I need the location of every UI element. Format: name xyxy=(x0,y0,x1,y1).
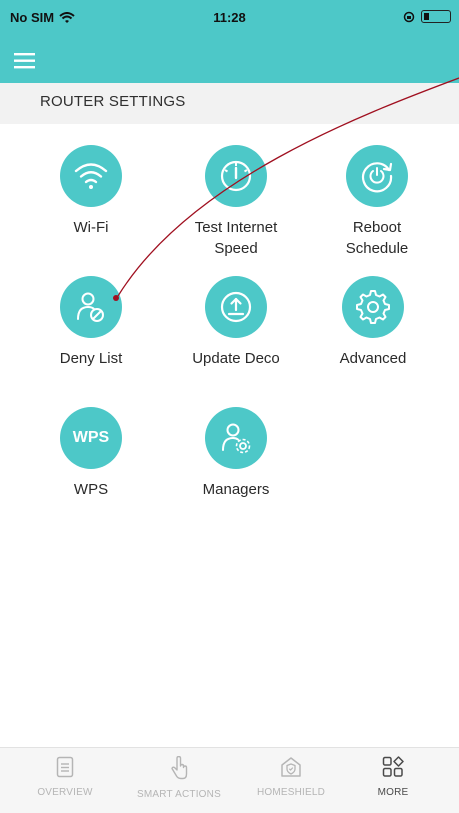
grid-icon xyxy=(382,756,404,777)
reboot-icon xyxy=(361,162,393,193)
tile-advanced-label: Advanced xyxy=(339,350,407,367)
document-icon xyxy=(56,756,74,778)
tile-wifi[interactable]: Wi-Fi xyxy=(16,145,166,238)
tab-overview-label: OVERVIEW xyxy=(37,787,93,798)
hamburger-icon xyxy=(14,53,35,69)
tab-bar: OVERVIEW SMART ACTIONS HOMESHIELD MORE xyxy=(0,747,459,813)
speedometer-icon xyxy=(220,160,252,192)
tile-deny-list[interactable]: Deny List xyxy=(16,276,166,369)
tab-homeshield[interactable]: HOMESHIELD xyxy=(236,756,346,798)
tile-advanced[interactable]: Advanced xyxy=(298,276,448,369)
status-time: 11:28 xyxy=(213,10,246,25)
wps-icon: WPS xyxy=(72,429,110,446)
hand-pointer-icon xyxy=(171,755,188,780)
tile-wps-circle: WPS xyxy=(60,407,122,469)
tab-smart-actions[interactable]: SMART ACTIONS xyxy=(124,755,234,800)
tile-managers[interactable]: Managers xyxy=(161,407,311,500)
section-header: ROUTER SETTINGS xyxy=(0,83,459,124)
status-right xyxy=(403,10,451,23)
rotation-lock-icon xyxy=(403,11,415,22)
menu-button[interactable] xyxy=(14,50,42,72)
tile-reboot-label: Reboot Schedule xyxy=(345,219,409,257)
tile-wps[interactable]: WPS WPS xyxy=(16,407,166,500)
home-shield-icon xyxy=(281,757,301,777)
tile-wps-label: WPS xyxy=(73,481,109,498)
gear-icon xyxy=(356,290,390,324)
app-header xyxy=(0,40,459,83)
tile-reboot-schedule[interactable]: Reboot Schedule xyxy=(302,145,452,259)
tile-test-speed-label: Test Internet Speed xyxy=(194,219,278,257)
tile-test-speed-circle xyxy=(205,145,267,207)
tab-more[interactable]: MORE xyxy=(338,756,448,798)
tab-smart-actions-label: SMART ACTIONS xyxy=(137,789,221,800)
upload-icon xyxy=(220,291,252,323)
tile-update-deco[interactable]: Update Deco xyxy=(161,276,311,369)
tile-wifi-circle xyxy=(60,145,122,207)
manager-icon xyxy=(222,423,251,454)
tile-advanced-circle xyxy=(342,276,404,338)
tab-homeshield-label: HOMESHIELD xyxy=(256,787,326,798)
tab-overview[interactable]: OVERVIEW xyxy=(10,756,120,798)
tile-test-speed[interactable]: Test Internet Speed xyxy=(161,145,311,259)
tile-reboot-circle xyxy=(346,145,408,207)
section-title: ROUTER SETTINGS xyxy=(40,93,186,110)
tile-managers-circle xyxy=(205,407,267,469)
tab-more-label: MORE xyxy=(377,787,409,798)
tile-deny-label: Deny List xyxy=(59,350,123,367)
wifi-icon xyxy=(74,163,108,189)
battery-icon xyxy=(421,10,451,23)
tile-update-circle xyxy=(205,276,267,338)
tile-managers-label: Managers xyxy=(202,481,270,498)
tile-update-label: Update Deco xyxy=(192,350,280,367)
tile-deny-circle xyxy=(60,276,122,338)
status-bar: No SIM 11:28 xyxy=(0,0,459,40)
deny-user-icon xyxy=(77,292,104,322)
tile-wifi-label: Wi-Fi xyxy=(73,219,109,236)
